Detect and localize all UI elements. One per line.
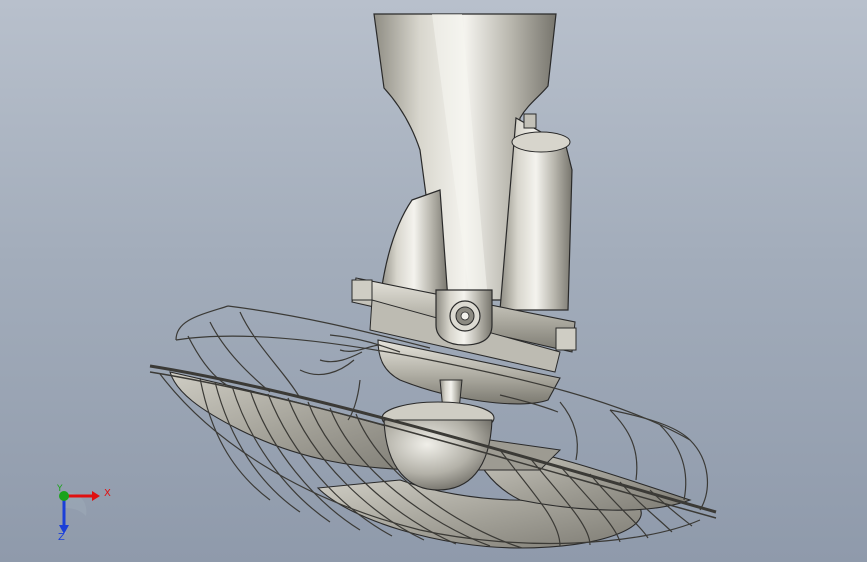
graphics-viewport[interactable]: X Y Z <box>0 0 867 562</box>
mount-housing[interactable] <box>373 13 573 311</box>
fan-hub[interactable] <box>381 401 495 491</box>
z-axis-label: Z <box>58 532 65 543</box>
orientation-triad: X Y Z <box>44 482 114 546</box>
y-axis-label: Y <box>57 484 63 494</box>
fan-3d-model[interactable] <box>0 0 867 562</box>
pivot-bolt[interactable] <box>435 289 493 346</box>
x-axis-label: X <box>104 488 111 499</box>
